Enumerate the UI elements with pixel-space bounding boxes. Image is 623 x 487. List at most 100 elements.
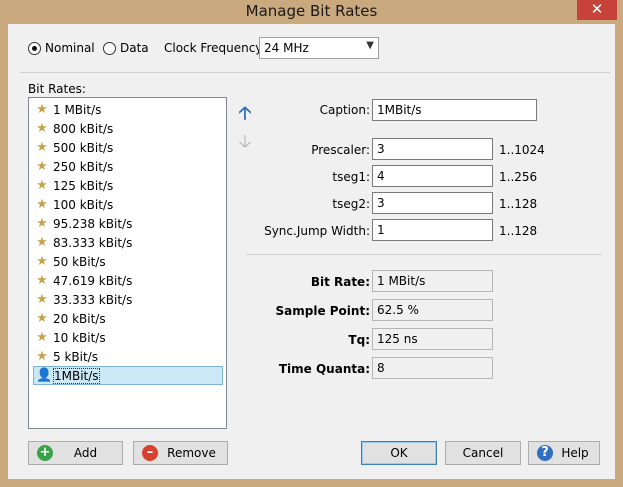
user-icon: 👤 <box>36 368 53 383</box>
list-item-label: 83.333 kBit/s <box>53 235 133 250</box>
list-item[interactable]: ★ 250 kBit/s <box>33 157 223 176</box>
nominal-radio-option[interactable]: Nominal <box>28 40 95 56</box>
list-item-label: 33.333 kBit/s <box>53 292 133 307</box>
data-radio-option[interactable]: Data <box>103 40 149 56</box>
list-item-label: 50 kBit/s <box>53 254 106 269</box>
list-item[interactable]: ★ 83.333 kBit/s <box>33 233 223 252</box>
clock-frequency-label: Clock Frequency: <box>164 41 266 55</box>
remove-button-label: Remove <box>167 446 216 460</box>
ok-button[interactable]: OK <box>361 441 437 465</box>
list-item-label: 500 kBit/s <box>53 140 114 155</box>
star-icon: ★ <box>36 254 48 269</box>
list-item[interactable]: ★ 800 kBit/s <box>33 119 223 138</box>
time-quanta-value: 8 <box>372 357 493 379</box>
list-item[interactable]: ★ 500 kBit/s <box>33 138 223 157</box>
bit-rate-value: 1 MBit/s <box>372 270 493 292</box>
tseg2-range: 1..128 <box>499 197 538 211</box>
bit-rate-label: Bit Rate: <box>310 275 370 289</box>
prescaler-range: 1..1024 <box>499 143 545 157</box>
list-item[interactable]: ★ 20 kBit/s <box>33 309 223 328</box>
star-icon: ★ <box>36 349 48 364</box>
list-item-label: 125 kBit/s <box>53 178 114 193</box>
results-divider <box>246 254 602 255</box>
star-icon: ★ <box>36 140 48 155</box>
tq-value: 125 ns <box>372 328 493 350</box>
star-icon: ★ <box>36 235 48 250</box>
list-item-label: 95.238 kBit/s <box>53 216 133 231</box>
list-item[interactable]: ★ 95.238 kBit/s <box>33 214 223 233</box>
close-button[interactable]: ✕ <box>577 0 617 20</box>
list-item[interactable]: ★ 10 kBit/s <box>33 328 223 347</box>
list-item-label: 250 kBit/s <box>53 159 114 174</box>
sync-jump-width-input[interactable]: 1 <box>372 219 493 241</box>
tseg1-input[interactable]: 4 <box>372 165 493 187</box>
list-item-label: 5 kBit/s <box>53 349 98 364</box>
list-item[interactable]: ★ 125 kBit/s <box>33 176 223 195</box>
add-button[interactable]: + Add <box>28 441 123 465</box>
caption-input[interactable]: 1MBit/s <box>372 99 537 121</box>
add-button-label: Add <box>73 446 98 460</box>
title-bar[interactable]: Manage Bit Rates ✕ <box>0 0 623 24</box>
remove-icon: – <box>142 445 158 461</box>
tseg1-label: tseg1: <box>332 170 370 184</box>
tseg2-label: tseg2: <box>332 197 370 211</box>
tseg2-input[interactable]: 3 <box>372 192 493 214</box>
chevron-down-icon: ▼ <box>366 40 374 51</box>
help-button-label: Help <box>561 446 589 460</box>
bit-rates-list[interactable]: ★ 1 MBit/s ★ 800 kBit/s ★ 500 kBit/s ★ 2… <box>28 97 227 429</box>
list-item[interactable]: ★ 47.619 kBit/s <box>33 271 223 290</box>
star-icon: ★ <box>36 311 48 326</box>
list-item-label: 1 MBit/s <box>53 102 102 117</box>
star-icon: ★ <box>36 216 48 231</box>
prescaler-label: Prescaler: <box>311 143 370 157</box>
time-quanta-label: Time Quanta: <box>278 362 370 376</box>
caption-label: Caption: <box>319 103 370 117</box>
list-item[interactable]: ★ 33.333 kBit/s <box>33 290 223 309</box>
sample-point-label: Sample Point: <box>275 304 371 318</box>
star-icon: ★ <box>36 292 48 307</box>
list-item-label: 47.619 kBit/s <box>53 273 133 288</box>
sample-point-value: 62.5 % <box>372 299 493 321</box>
dialog-client: Nominal Data Clock Frequency: 24 MHz ▼ B… <box>8 24 615 479</box>
clock-frequency-select[interactable]: 24 MHz ▼ <box>259 37 379 59</box>
data-label: Data <box>120 41 149 55</box>
ok-button-label: OK <box>390 446 408 460</box>
list-item-selected[interactable]: 👤 1MBit/s <box>33 366 223 385</box>
nominal-label: Nominal <box>45 41 95 55</box>
dialog-window: Manage Bit Rates ✕ Nominal Data Clock Fr… <box>0 0 623 487</box>
move-up-button[interactable]: 🡡 <box>233 103 257 127</box>
move-down-button[interactable]: 🡣 <box>233 131 257 155</box>
sync-jump-width-range: 1..128 <box>499 224 538 238</box>
list-item-label: 20 kBit/s <box>53 311 106 326</box>
list-item[interactable]: ★ 50 kBit/s <box>33 252 223 271</box>
clock-frequency-value: 24 MHz <box>264 41 309 55</box>
remove-button[interactable]: – Remove <box>133 441 228 465</box>
list-item[interactable]: ★ 100 kBit/s <box>33 195 223 214</box>
star-icon: ★ <box>36 121 48 136</box>
help-icon: ? <box>537 445 553 461</box>
help-button[interactable]: ? Help <box>528 441 600 465</box>
top-divider <box>20 72 610 73</box>
list-item[interactable]: ★ 1 MBit/s <box>33 100 223 119</box>
list-item-label: 10 kBit/s <box>53 330 106 345</box>
cancel-button[interactable]: Cancel <box>445 441 521 465</box>
tseg1-range: 1..256 <box>499 170 538 184</box>
add-icon: + <box>37 445 53 461</box>
nominal-radio[interactable] <box>28 41 41 55</box>
star-icon: ★ <box>36 197 48 212</box>
bit-rates-label: Bit Rates: <box>28 82 86 96</box>
list-item[interactable]: ★ 5 kBit/s <box>33 347 223 366</box>
star-icon: ★ <box>36 273 48 288</box>
star-icon: ★ <box>36 159 48 174</box>
tq-label: Tq: <box>348 333 370 347</box>
data-radio[interactable] <box>103 41 116 55</box>
list-item-label: 800 kBit/s <box>53 121 114 136</box>
list-item-label: 1MBit/s <box>53 367 100 384</box>
star-icon: ★ <box>36 330 48 345</box>
window-title: Manage Bit Rates <box>245 2 378 20</box>
sync-jump-width-label: Sync.Jump Width: <box>264 224 370 238</box>
list-item-label: 100 kBit/s <box>53 197 114 212</box>
cancel-button-label: Cancel <box>462 446 504 460</box>
prescaler-input[interactable]: 3 <box>372 138 493 160</box>
star-icon: ★ <box>36 178 48 193</box>
